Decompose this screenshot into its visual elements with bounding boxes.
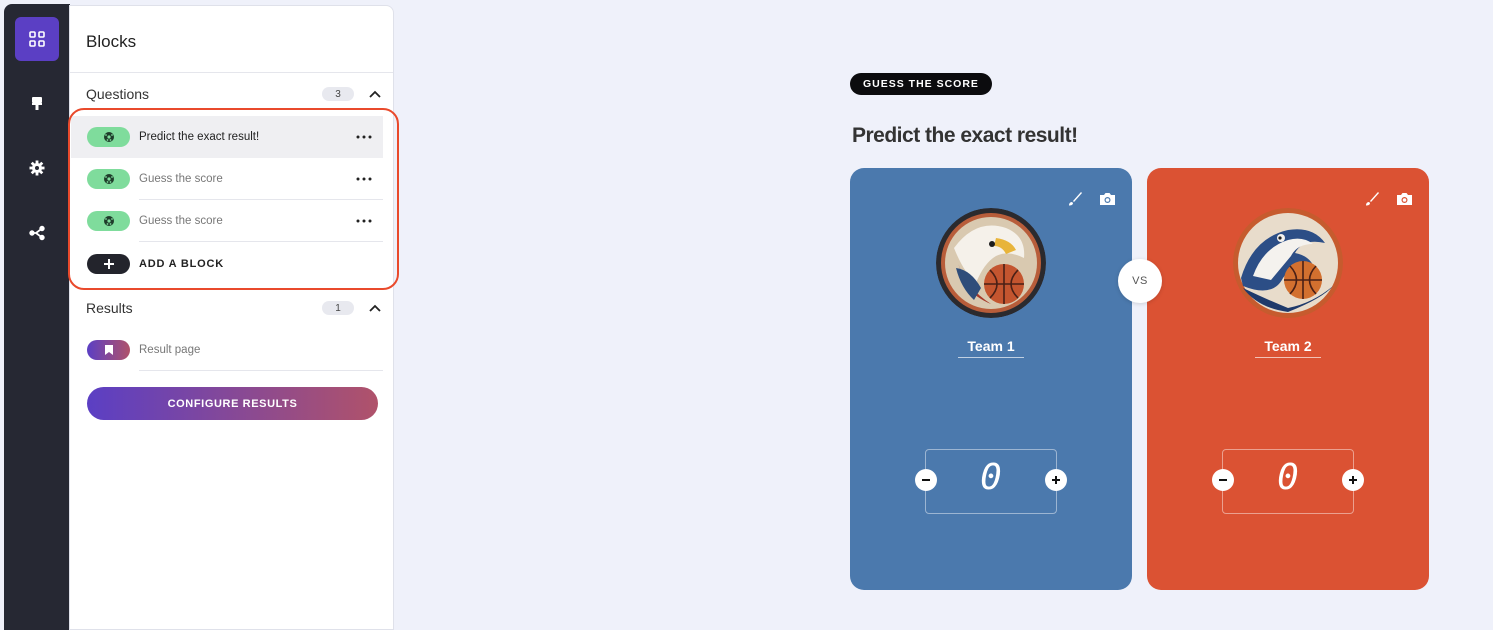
score-value: 0 (1277, 457, 1299, 498)
chevron-up-icon[interactable] (368, 301, 382, 315)
bookmark-icon (104, 345, 113, 355)
more-options-icon[interactable] (353, 169, 375, 189)
team-name[interactable]: Team 2 (1147, 338, 1429, 354)
blocks-grid-icon (29, 31, 45, 47)
score-value: 0 (980, 457, 1002, 498)
soccer-ball-icon (103, 216, 114, 226)
questions-count-badge: 3 (322, 87, 354, 101)
share-nav-button[interactable] (15, 211, 59, 255)
wave-basketball-logo[interactable] (1233, 208, 1343, 318)
share-icon (29, 225, 45, 241)
panel-title: Blocks (86, 32, 137, 51)
blocks-panel: Blocks Questions 3 Predict the exact res… (68, 5, 399, 630)
divider (139, 241, 383, 242)
team-card-2: Team 2 0 (1147, 168, 1429, 590)
question-item[interactable]: Guess the score (71, 200, 383, 242)
divider (70, 72, 393, 73)
results-label: Results (86, 300, 133, 316)
divider (958, 357, 1024, 358)
result-type-badge (87, 340, 130, 360)
result-item[interactable]: Result page (71, 329, 383, 371)
configure-results-button[interactable]: CONFIGURE RESULTS (87, 387, 378, 420)
questions-section-header[interactable]: Questions 3 (86, 83, 382, 105)
card-tools (1066, 190, 1116, 208)
question-item[interactable]: Predict the exact result! (71, 116, 383, 158)
add-pill (87, 254, 130, 274)
decrement-button[interactable] (915, 469, 937, 491)
increment-button[interactable] (1342, 469, 1364, 491)
gear-icon (29, 160, 45, 176)
results-count-badge: 1 (322, 301, 354, 315)
soccer-ball-icon (103, 174, 114, 184)
question-type-tag: GUESS THE SCORE (850, 73, 992, 95)
decrement-button[interactable] (1212, 469, 1234, 491)
camera-icon[interactable] (1098, 190, 1116, 208)
eagle-basketball-logo[interactable] (936, 208, 1046, 318)
plus-icon (1052, 476, 1060, 484)
more-options-icon[interactable] (353, 127, 375, 147)
results-section-header[interactable]: Results 1 (86, 297, 382, 319)
plus-icon (103, 259, 114, 269)
preview-title: Predict the exact result! (852, 124, 1078, 147)
minus-icon (922, 479, 930, 481)
design-nav-button[interactable] (15, 81, 59, 125)
plus-icon (1349, 476, 1357, 484)
blocks-nav-button[interactable] (15, 17, 59, 61)
minus-icon (1219, 479, 1227, 481)
question-label: Predict the exact result! (139, 131, 260, 143)
soccer-ball-icon (103, 132, 114, 142)
questions-label: Questions (86, 86, 150, 102)
result-label: Result page (139, 344, 201, 356)
increment-button[interactable] (1045, 469, 1067, 491)
question-label: Guess the score (139, 173, 223, 185)
question-type-badge (87, 169, 130, 189)
question-item[interactable]: Guess the score (71, 158, 383, 200)
add-block-label: ADD A BLOCK (139, 258, 224, 270)
team-name[interactable]: Team 1 (850, 338, 1132, 354)
divider (139, 370, 383, 371)
camera-icon[interactable] (1395, 190, 1413, 208)
settings-nav-button[interactable] (15, 146, 59, 190)
card-tools (1363, 190, 1413, 208)
question-label: Guess the score (139, 215, 223, 227)
more-options-icon[interactable] (353, 211, 375, 231)
brush-icon[interactable] (1066, 190, 1084, 208)
add-block-button[interactable]: ADD A BLOCK (87, 253, 224, 275)
question-type-badge (87, 127, 130, 147)
paint-brush-icon (32, 97, 42, 110)
brush-icon[interactable] (1363, 190, 1381, 208)
vs-badge: VS (1118, 259, 1162, 303)
question-type-badge (87, 211, 130, 231)
divider (1255, 357, 1321, 358)
left-rail (4, 4, 70, 630)
team-card-1: Team 1 0 (850, 168, 1132, 590)
chevron-up-icon[interactable] (368, 87, 382, 101)
